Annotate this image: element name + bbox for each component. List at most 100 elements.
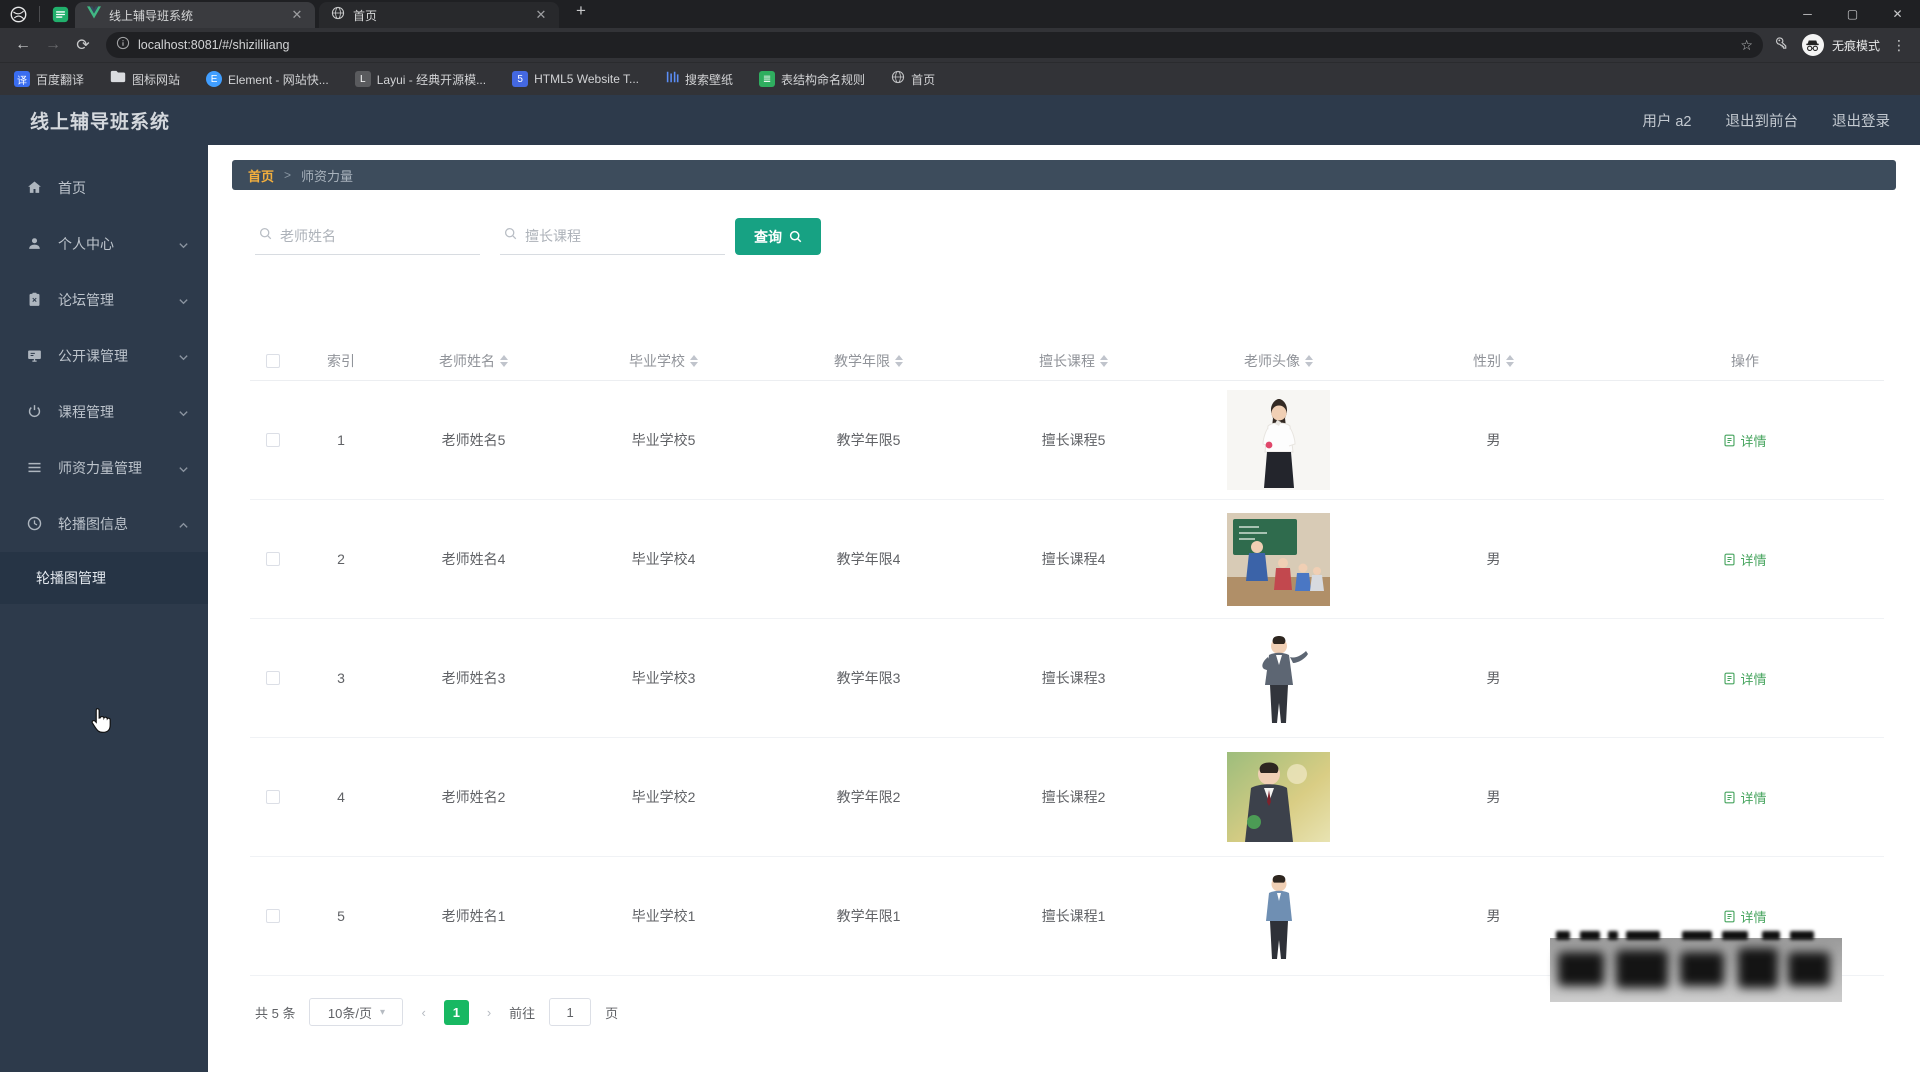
bookmark-icon-site[interactable]: 图标网站 [110,70,180,88]
cell-school: 毕业学校2 [631,789,696,805]
notes-pinned-tab-icon[interactable] [52,6,69,23]
row-checkbox[interactable] [266,671,280,685]
document-icon [1724,791,1736,803]
address-bar[interactable]: localhost:8081/#/shizililiang ☆ [106,32,1763,58]
detail-link[interactable]: 详情 [1723,788,1767,807]
bookmark-baidu-translate[interactable]: 译 百度翻译 [14,71,84,88]
table-header: 索引 老师姓名 毕业学校 教学年限 擅长课程 老师头像 性别 操作 [250,341,1884,381]
col-action: 操作 [1731,352,1759,369]
incognito-icon [1801,34,1824,56]
bookmark-home[interactable]: 首页 [891,70,935,89]
cell-school: 毕业学校1 [631,908,696,924]
detail-link[interactable]: 详情 [1723,907,1767,926]
user-icon [26,235,44,253]
pagination: 共 5 条 10条/页 ▾ ‹ 1 › 前往 页 [232,998,1896,1026]
col-course[interactable]: 擅长课程 [971,351,1176,371]
breadcrumb-home-link[interactable]: 首页 [248,166,274,185]
reload-icon[interactable]: ⟳ [70,32,96,58]
url-text[interactable]: localhost:8081/#/shizililiang [138,38,1732,52]
goto-label: 前往 [509,1005,536,1021]
cell-school: 毕业学校5 [631,432,696,448]
teacher-photo-male-suit [1242,630,1315,726]
tab-close-icon[interactable]: ✕ [289,7,305,23]
cell-years: 教学年限2 [836,789,901,805]
translate-icon: 译 [14,71,30,87]
browser-logo-icon[interactable] [10,6,27,23]
teacher-name-input[interactable]: 老师姓名 [255,219,480,255]
tab-inactive[interactable]: 首页 ✕ [319,2,559,28]
search-icon [789,230,802,243]
table-row: 2 老师姓名4 毕业学校4 教学年限4 擅长课程4 男 详情 [250,500,1884,619]
sort-icon[interactable] [1305,354,1313,367]
cell-gender: 男 [1486,432,1501,448]
search-icon [504,227,517,245]
sidebar-subitem-carousel-management[interactable]: 轮播图管理 [0,552,208,604]
next-page-icon[interactable]: › [483,1005,495,1020]
bookmark-naming-rules[interactable]: ≣ 表结构命名规则 [759,71,865,88]
close-button[interactable]: ✕ [1875,0,1920,28]
col-gender[interactable]: 性别 [1381,351,1606,371]
document-icon [1724,910,1736,922]
sort-icon[interactable] [1100,354,1108,367]
incognito-chip[interactable]: 无痕模式 [1801,34,1880,56]
prev-page-icon[interactable]: ‹ [417,1005,429,1020]
tab-active[interactable]: 线上辅导班系统 ✕ [75,2,315,28]
home-icon [26,179,44,197]
bookmark-layui[interactable]: L Layui - 经典开源模... [354,71,486,88]
bookmark-star-icon[interactable]: ☆ [1740,37,1753,54]
col-school[interactable]: 毕业学校 [561,351,766,371]
sidebar-item-home[interactable]: 首页 [0,160,208,216]
course-input[interactable]: 擅长课程 [500,219,725,255]
current-page[interactable]: 1 [443,999,469,1025]
sort-icon[interactable] [1506,354,1514,367]
sort-icon[interactable] [500,354,508,367]
cell-index: 5 [337,908,345,924]
browser-menu-icon[interactable]: ⋮ [1892,37,1906,54]
forward-icon[interactable]: → [40,32,66,58]
sidebar-item-forum-management[interactable]: 论坛管理 [0,272,208,328]
sort-icon[interactable] [690,354,698,367]
row-checkbox[interactable] [266,552,280,566]
select-all-checkbox[interactable] [266,353,280,368]
col-teacher-name[interactable]: 老师姓名 [386,351,561,371]
tab-close-icon[interactable]: ✕ [533,7,549,23]
detail-link[interactable]: 详情 [1723,669,1767,688]
cell-name: 老师姓名1 [441,908,506,924]
cell-index: 3 [337,670,345,686]
bookmark-html5[interactable]: 5 HTML5 Website T... [512,71,639,87]
row-checkbox[interactable] [266,433,280,447]
cell-years: 教学年限1 [836,908,901,924]
page-size-select[interactable]: 10条/页 ▾ [309,998,404,1026]
col-years[interactable]: 教学年限 [766,351,971,371]
row-checkbox[interactable] [266,790,280,804]
info-icon[interactable] [116,36,130,55]
bookmark-element[interactable]: E Element - 网站快... [206,71,329,88]
sidebar-item-personal-center[interactable]: 个人中心 [0,216,208,272]
detail-link[interactable]: 详情 [1723,550,1767,569]
col-avatar[interactable]: 老师头像 [1176,351,1381,371]
document-icon [1724,672,1736,684]
sidebar-item-carousel-info[interactable]: 轮播图信息 [0,496,208,552]
sort-icon[interactable] [895,354,903,367]
exit-to-front-link[interactable]: 退出到前台 [1726,110,1799,131]
sidebar: 首页 个人中心 论坛管理 公开课管理 课程管理 师资力量管理 轮播图信息 轮播图… [0,145,208,1072]
table-row: 1 老师姓名5 毕业学校5 教学年限5 擅长课程5 男 详情 [250,381,1884,500]
sidebar-item-course-management[interactable]: 课程管理 [0,384,208,440]
window-controls: ─ ▢ ✕ [1785,0,1920,28]
detail-link[interactable]: 详情 [1723,431,1767,450]
key-icon[interactable] [1773,34,1790,56]
new-tab-button[interactable]: + [569,0,593,24]
minimize-button[interactable]: ─ [1785,0,1830,28]
cell-course: 擅长课程2 [1041,789,1106,805]
incognito-label: 无痕模式 [1831,38,1880,53]
back-icon[interactable]: ← [10,32,36,58]
sidebar-item-open-course-management[interactable]: 公开课管理 [0,328,208,384]
goto-page-input[interactable] [549,998,592,1026]
logout-link[interactable]: 退出登录 [1832,110,1890,131]
query-button[interactable]: 查询 [735,218,821,255]
chevron-up-icon [178,518,190,530]
maximize-button[interactable]: ▢ [1830,0,1875,28]
row-checkbox[interactable] [266,909,280,923]
bookmark-wallpaper[interactable]: 搜索壁纸 [665,70,733,89]
sidebar-item-teacher-management[interactable]: 师资力量管理 [0,440,208,496]
